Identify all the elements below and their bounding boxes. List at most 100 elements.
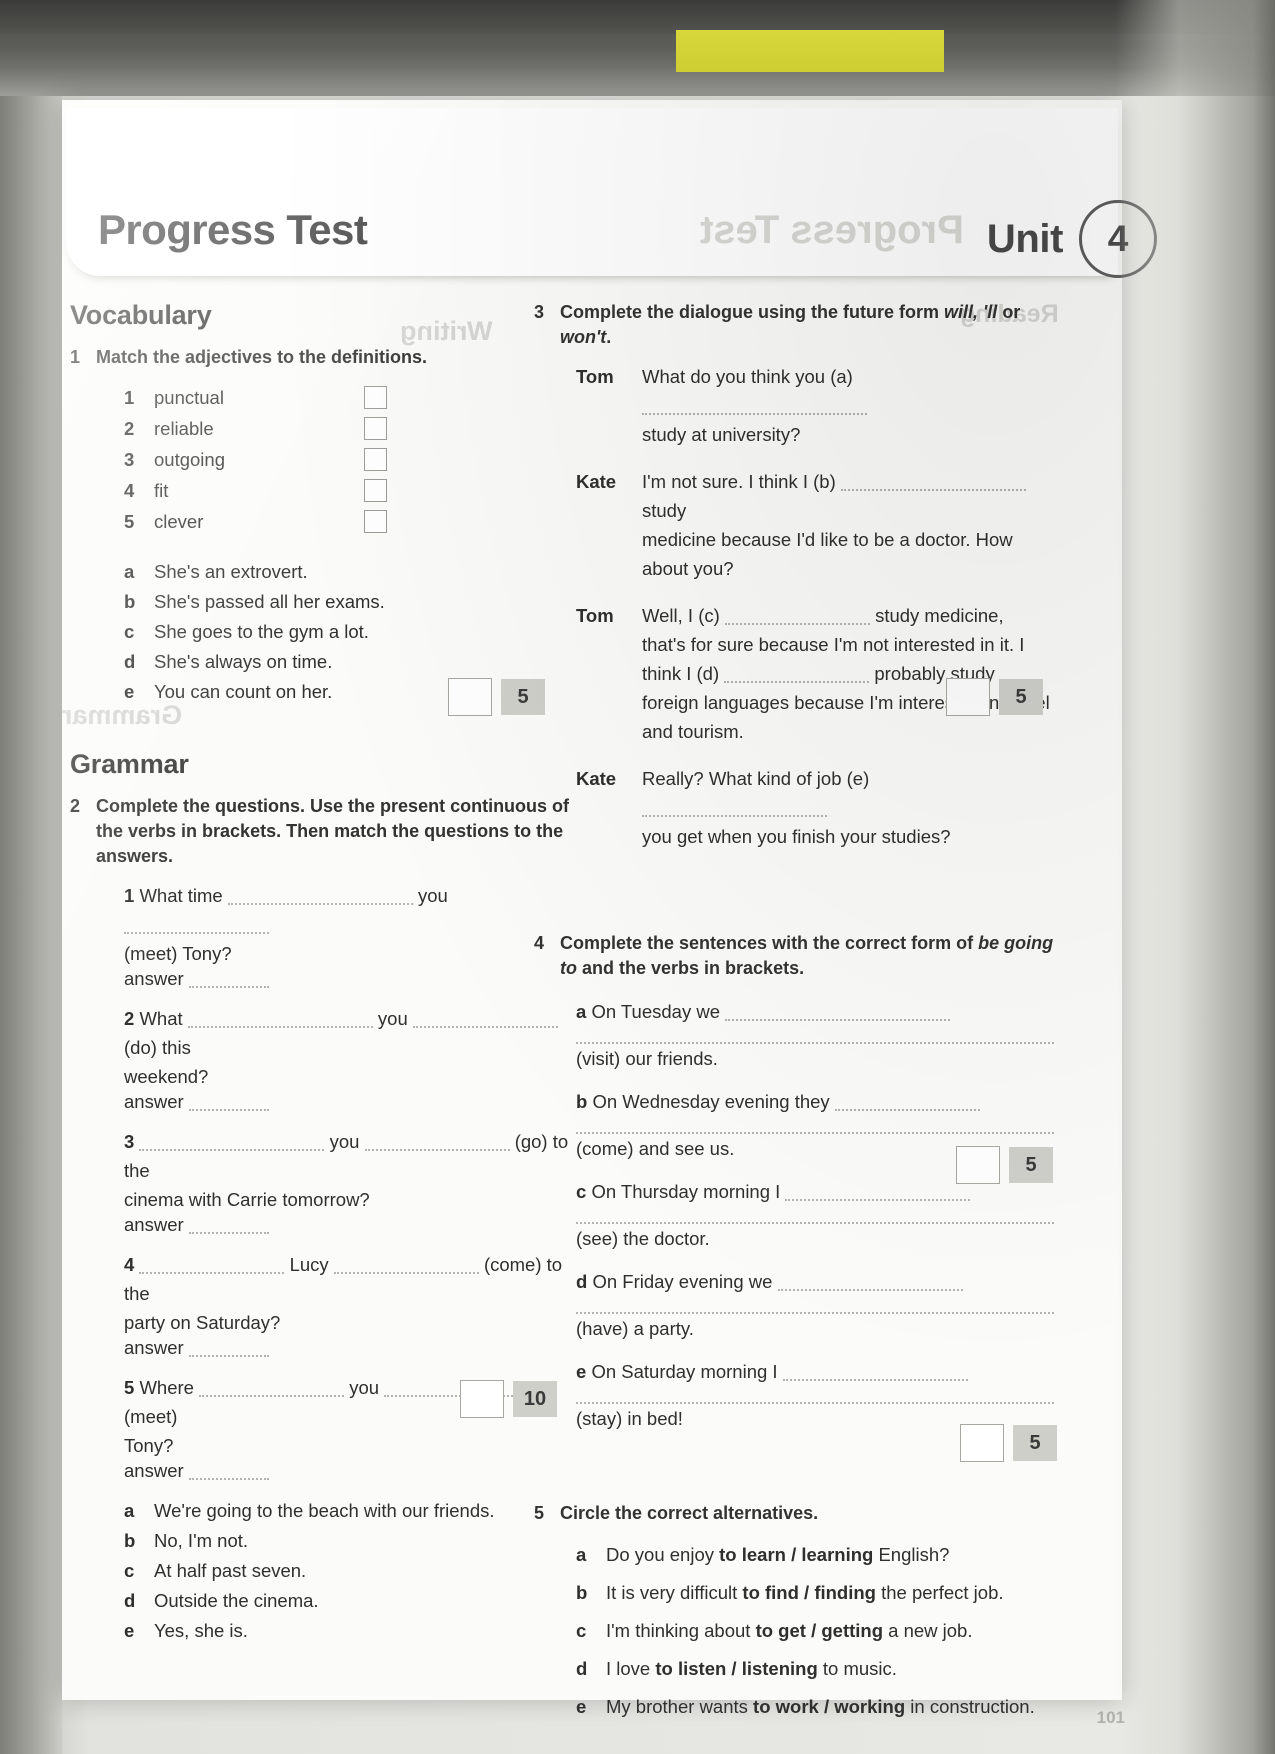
fill-in-blank[interactable] [782,1365,968,1381]
question-tail: Tony? [124,1435,174,1456]
match-checkbox[interactable] [364,479,387,502]
fill-in-blank[interactable] [576,1208,1054,1224]
answer-blank[interactable] [188,1095,269,1111]
fill-in-blank[interactable] [725,1005,951,1021]
scanner-lid-edge [0,0,1275,34]
answer-blank[interactable] [188,972,269,988]
score-input-box[interactable] [460,1380,504,1418]
alternatives-choice[interactable]: to work / working [753,1696,905,1717]
item-number: 4 [124,1254,135,1275]
item-letter: d [576,1658,588,1679]
list-item: a Do you enjoy to learn / learning Engli… [576,1540,1054,1570]
fill-in-blank[interactable] [576,1298,1054,1314]
score-max: 5 [501,679,545,715]
fill-in-blank[interactable] [139,1135,325,1151]
fill-in-blank[interactable] [777,1275,963,1291]
fill-in-blank[interactable] [834,1095,980,1111]
list-item: 3 outgoing [124,444,570,475]
definition-text: She's an extrovert. [154,561,308,582]
score-input-box[interactable] [448,678,492,716]
vocabulary-heading: Vocabulary [70,300,212,330]
answer-blank[interactable] [188,1218,269,1234]
match-checkbox[interactable] [364,510,387,533]
fill-in-blank[interactable] [576,1388,1054,1404]
score-input-box[interactable] [946,678,990,716]
list-item: 2 What you (do) this weekend? answer [124,1004,570,1113]
fill-in-blank[interactable] [724,667,870,683]
alternatives-choice[interactable]: to listen / listening [655,1658,817,1679]
question-pre: What time [139,885,223,906]
fill-in-blank[interactable] [576,1028,1054,1044]
verb-bracket: (have) a party. [576,1318,694,1339]
match-checkbox[interactable] [364,386,387,409]
fill-in-blank[interactable] [227,889,413,905]
fill-in-blank[interactable] [124,918,269,934]
fill-in-blank[interactable] [139,1258,285,1274]
answer-text: No, I'm not. [154,1530,249,1551]
dialogue-before: I'm not sure. I think I (b) [642,471,836,492]
answer-text: We're going to the beach with our friend… [154,1500,495,1521]
left-column: Vocabulary 1 Match the adjectives to the… [70,300,570,1652]
exercise-4-number: 4 [534,933,545,953]
dialogue-line: Tom Well, I (c) study medicine, that's f… [576,601,1054,746]
list-item: 2 reliable [124,413,570,444]
fill-in-blank[interactable] [642,801,827,817]
dialogue-rest: study at university? [642,424,801,445]
question-tail: party on Saturday? [124,1312,281,1333]
sentence-start: On Tuesday we [591,1001,720,1022]
fill-in-blank[interactable] [840,475,1026,491]
dialogue-line: Tom What do you think you (a) study at u… [576,362,1054,449]
exercise-2-instruction: Complete the questions. Use the present … [96,796,570,866]
score-input-box[interactable] [956,1146,1000,1184]
alternatives-choice[interactable]: to learn / learning [719,1544,873,1565]
exercise-5-instruction: Circle the correct alternatives. [560,1503,819,1523]
question-mid: you [377,1008,408,1029]
alternatives-choice[interactable]: to find / finding [742,1582,876,1603]
list-item: e On Saturday morning I (stay) in bed! [576,1357,1054,1433]
answer-blank[interactable] [188,1341,269,1357]
fill-in-blank[interactable] [724,609,870,625]
fill-in-blank[interactable] [364,1135,510,1151]
fill-in-blank[interactable] [199,1381,345,1397]
sentence-start: On Thursday morning I [591,1181,781,1202]
item-letter: c [576,1620,587,1641]
sentence-post: to music. [817,1658,897,1679]
match-checkbox[interactable] [364,448,387,471]
exercise-2-score: 10 [460,1380,557,1418]
list-item: d She's always on time. [124,647,570,677]
question-tail: weekend? [124,1066,209,1087]
score-input-box[interactable] [960,1424,1004,1462]
fill-in-blank[interactable] [187,1012,373,1028]
list-item: d On Friday evening we (have) a party. [576,1267,1054,1343]
item-letter: c [576,1181,587,1202]
sentence-post: the perfect job. [875,1582,1004,1603]
answer-label: answer [124,1091,184,1112]
fill-in-blank[interactable] [785,1185,971,1201]
adjective-word: punctual [154,387,224,408]
item-letter: e [576,1361,587,1382]
definition-text: She's always on time. [154,651,333,672]
item-letter: e [124,681,135,702]
exercise-3-number: 3 [534,302,545,322]
yellow-bookmark-tab [676,30,944,72]
question-tail: cinema with Carrie tomorrow? [124,1189,370,1210]
alternatives-choice[interactable]: to get / getting [756,1620,883,1641]
list-item: a On Tuesday we (visit) our friends. [576,997,1054,1073]
list-item: a She's an extrovert. [124,557,570,587]
list-item: 1 punctual [124,382,570,413]
question-mid: you [329,1131,360,1152]
question-pre: Where [139,1377,194,1398]
list-item: 4 Lucy (come) to the party on Saturday? … [124,1250,570,1359]
fill-in-blank[interactable] [333,1258,479,1274]
fill-in-blank[interactable] [576,1118,1054,1134]
answer-blank[interactable] [188,1464,269,1480]
match-checkbox[interactable] [364,417,387,440]
item-number: 3 [124,1131,135,1152]
item-number: 2 [124,418,135,439]
item-letter: c [124,1560,135,1581]
fill-in-blank[interactable] [642,399,867,415]
list-item: b It is very difficult to find / finding… [576,1578,1054,1608]
item-letter: e [124,1620,135,1641]
item-letter: d [124,1590,136,1611]
item-number: 2 [124,1008,135,1029]
